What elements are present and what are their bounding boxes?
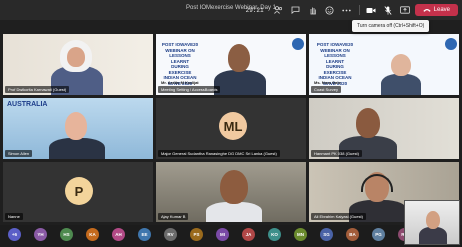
camera-tooltip: Turn camera off (Ctrl+Shift+O) (352, 20, 430, 32)
roster-avatar[interactable]: PS (190, 228, 203, 241)
roster-avatar[interactable]: YH (34, 228, 47, 241)
participant-avatar: ML (219, 112, 247, 140)
participant-name: Mr. Ardito M Kodijat (161, 80, 199, 85)
roster-avatar[interactable]: +6 (8, 228, 21, 241)
phone-icon (422, 9, 431, 12)
participant-tile[interactable]: ML Major General Sudantha Ranasinghe DG … (155, 97, 307, 160)
roster-avatar[interactable]: RV (164, 228, 177, 241)
participant-face (356, 108, 380, 138)
participant-body (419, 227, 447, 244)
participant-body (206, 202, 262, 222)
participant-name: Ms. Nora Gale (314, 80, 341, 85)
participant-face (228, 44, 250, 72)
participant-avatar: P (65, 177, 93, 205)
participant-name: Simon Allen (5, 150, 33, 157)
people-icon[interactable] (272, 3, 286, 17)
participant-tile[interactable]: Hanmant PK 038 (Guest) (308, 97, 460, 160)
roster-avatar[interactable]: HS (60, 228, 73, 241)
participant-name: Hanmant PK 038 (Guest) (311, 150, 362, 157)
participant-body (214, 70, 266, 95)
roster-avatar[interactable]: PG (372, 228, 385, 241)
banner-line: DURING EXERCISE (168, 64, 192, 75)
toolbar-divider (358, 5, 360, 15)
participant-tile[interactable]: POST IOWAVE20 WEBINAR ON LESSONS LEARNT … (308, 33, 460, 96)
leave-label: Leave (433, 7, 450, 13)
participant-name: Prof Dwikorita Karnawati (Guest) (5, 86, 70, 93)
banner-line: POST IOWAVE20 (316, 42, 354, 47)
roster-avatar[interactable]: JA (242, 228, 255, 241)
participant-body (49, 138, 105, 159)
unesco-logo (292, 38, 304, 50)
leave-button[interactable]: Leave (414, 4, 458, 16)
roster-avatar[interactable]: KO (268, 228, 281, 241)
participant-tile[interactable]: Ajay Kumar B (155, 161, 307, 223)
participant-body (381, 74, 421, 95)
mic-icon[interactable] (381, 3, 395, 17)
roster-avatar[interactable]: BA (346, 228, 359, 241)
australia-text: AUSTRALIA (7, 101, 48, 108)
roster-avatar[interactable]: KA (86, 228, 99, 241)
self-view[interactable] (404, 200, 460, 245)
participant-face (391, 54, 411, 76)
participant-subtitle: Meeting Setting / AccessBoards (158, 86, 221, 93)
participant-name: Nanne (5, 213, 23, 220)
participant-face (426, 211, 440, 229)
raise-hand-icon[interactable] (306, 3, 320, 17)
roster-avatar[interactable]: MN (294, 228, 307, 241)
participant-roster: +6 YH HS KA AH EE RV PS MI JA KO MN SG B… (0, 225, 462, 247)
reactions-icon[interactable] (323, 3, 337, 17)
participant-face (65, 112, 87, 140)
participant-subtitle: Coast Survey (311, 86, 342, 93)
banner-line: DURING EXERCISE (323, 64, 347, 75)
participant-tile[interactable]: Prof Dwikorita Karnawati (Guest) (2, 33, 154, 96)
roster-avatar[interactable]: MI (216, 228, 229, 241)
participant-face (67, 47, 85, 67)
banner-line: LESSONS LEARNT (324, 53, 346, 64)
video-grid: Prof Dwikorita Karnawati (Guest) POST IO… (2, 33, 460, 223)
roster-avatar[interactable]: AH (112, 228, 125, 241)
camera-icon[interactable] (364, 3, 378, 17)
chat-icon[interactable] (289, 3, 303, 17)
share-icon[interactable] (398, 3, 412, 17)
title-bar: Post IOMexercise Webinar, Day 1 29:21 Le… (0, 0, 462, 20)
more-icon[interactable] (340, 3, 354, 17)
participant-tile[interactable]: POST IOWAVE20 WEBINAR ON LESSONS LEARNT … (155, 33, 307, 96)
participant-name: Ali Ebrahim Kaiyasi (Guest) (311, 213, 366, 220)
roster-avatar[interactable]: EE (138, 228, 151, 241)
participant-name: Major General Sudantha Ranasinghe DG DMC… (158, 150, 280, 157)
participant-tile[interactable]: P Nanne (2, 161, 154, 223)
participant-name: Ajay Kumar B (158, 213, 189, 220)
unesco-logo (445, 38, 457, 50)
meeting-timer: 29:21 (245, 6, 264, 14)
roster-avatar[interactable]: SG (320, 228, 333, 241)
meeting-toolbar: 29:21 Leave (246, 0, 462, 20)
participant-tile[interactable]: AUSTRALIA Simon Allen (2, 97, 154, 160)
banner-line: LESSONS LEARNT (169, 53, 191, 64)
participant-face (220, 170, 248, 204)
banner-line: POST IOWAVE20 (161, 42, 199, 47)
